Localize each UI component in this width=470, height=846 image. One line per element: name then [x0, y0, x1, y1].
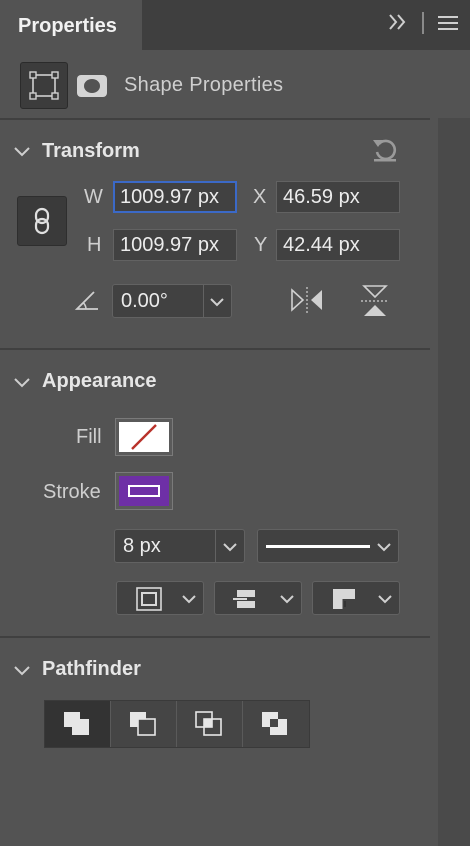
subtract-front-shape-button[interactable]: [111, 701, 177, 747]
stroke-corners-dropdown[interactable]: [312, 581, 400, 615]
tab-properties[interactable]: Properties: [0, 0, 142, 52]
stroke-color-swatch: [119, 476, 169, 506]
bounding-box-icon: [29, 71, 59, 100]
no-fill-icon: [131, 424, 157, 450]
stroke-caps-icon: [233, 590, 255, 608]
intersect-shapes-button[interactable]: [177, 701, 243, 747]
tab-properties-label: Properties: [18, 14, 117, 37]
shape-properties-button[interactable]: [20, 62, 68, 109]
x-label: X: [253, 186, 267, 208]
stroke-align-dropdown[interactable]: [116, 581, 204, 615]
height-field[interactable]: 1009.97 px: [113, 229, 237, 261]
y-position-field[interactable]: 42.44 px: [276, 229, 400, 261]
stroke-style-dropdown[interactable]: [257, 529, 399, 563]
panel-tab-bar: Properties: [0, 0, 470, 52]
exclude-overlapping-shapes-button[interactable]: [243, 701, 309, 747]
chevron-down-icon[interactable]: [376, 540, 392, 554]
hamburger-menu-icon[interactable]: [437, 13, 459, 33]
x-position-field[interactable]: 46.59 px: [276, 181, 400, 213]
stroke-swatch[interactable]: [115, 472, 173, 510]
intersect-shapes-icon: [195, 711, 222, 736]
unite-shapes-button[interactable]: [45, 701, 111, 747]
chevron-down-icon[interactable]: [377, 592, 393, 606]
width-field[interactable]: 1009.97 px: [113, 181, 237, 213]
height-label: H: [87, 234, 102, 256]
tab-divider: [422, 12, 424, 34]
pathfinder-section-title[interactable]: Pathfinder: [42, 658, 141, 681]
flip-horizontal-icon[interactable]: [290, 286, 324, 314]
chevron-down-icon[interactable]: [222, 540, 238, 554]
solid-line-icon: [266, 545, 370, 548]
shape-properties-title: Shape Properties: [124, 74, 284, 96]
appearance-section-title[interactable]: Appearance: [42, 370, 157, 393]
transform-section-title[interactable]: Transform: [42, 140, 140, 163]
unite-shapes-icon: [64, 712, 89, 735]
panel-scrollbar[interactable]: [438, 118, 470, 846]
chevron-down-icon[interactable]: [209, 295, 225, 309]
link-icon: [34, 207, 50, 235]
link-dimensions-button[interactable]: [17, 196, 67, 246]
chevron-down-icon[interactable]: [12, 373, 32, 393]
angle-value[interactable]: 0.00°: [121, 290, 168, 313]
stroke-width-dropdown[interactable]: 8 px: [114, 529, 245, 563]
exclude-overlapping-shapes-icon: [262, 712, 287, 735]
dropdown-separator: [203, 285, 204, 317]
fill-swatch-inner: [119, 422, 169, 452]
y-label: Y: [254, 234, 268, 256]
flip-vertical-icon[interactable]: [360, 284, 390, 318]
dropdown-separator: [215, 530, 216, 562]
stroke-width-value[interactable]: 8 px: [123, 535, 161, 558]
mask-icon[interactable]: [76, 74, 108, 98]
chevron-down-icon[interactable]: [181, 592, 197, 606]
double-chevron-right-icon[interactable]: [386, 10, 410, 34]
angle-icon: [74, 291, 98, 310]
section-divider: [0, 636, 430, 638]
pathfinder-button-group: [44, 700, 310, 748]
section-divider: [0, 118, 430, 120]
stroke-caps-dropdown[interactable]: [214, 581, 302, 615]
subtract-front-shape-icon: [130, 712, 156, 736]
chevron-down-icon[interactable]: [12, 661, 32, 681]
section-divider: [0, 348, 430, 350]
stroke-indicator-icon: [128, 485, 160, 497]
reset-icon[interactable]: [370, 135, 400, 163]
fill-swatch[interactable]: [115, 418, 173, 456]
stroke-label: Stroke: [43, 481, 101, 503]
chevron-down-icon[interactable]: [12, 142, 32, 162]
fill-label: Fill: [76, 426, 102, 448]
angle-dropdown[interactable]: 0.00°: [112, 284, 232, 318]
stroke-align-inside-icon: [136, 587, 162, 611]
chevron-down-icon[interactable]: [279, 592, 295, 606]
width-label: W: [84, 186, 103, 208]
stroke-corners-icon: [333, 589, 355, 609]
